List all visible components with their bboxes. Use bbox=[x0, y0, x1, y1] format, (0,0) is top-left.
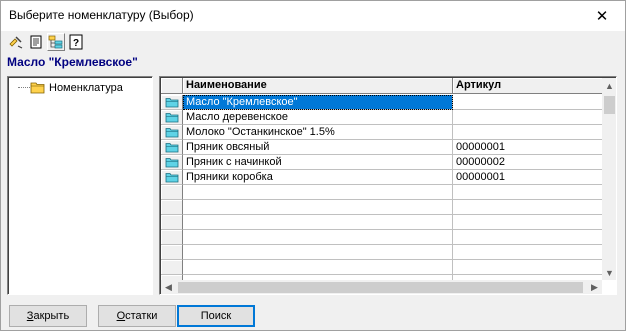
cell-article[interactable] bbox=[453, 230, 602, 245]
row-header bbox=[161, 215, 183, 230]
cell-name[interactable]: Пряники коробка bbox=[183, 170, 453, 185]
tree-item-label: Номенклатура bbox=[49, 81, 123, 94]
vertical-scrollbar[interactable]: ▲ ▼ bbox=[602, 78, 616, 280]
scroll-right-icon[interactable]: ▶ bbox=[587, 280, 602, 294]
scroll-thumb-horizontal[interactable] bbox=[178, 282, 583, 293]
cell-article[interactable]: 00000002 bbox=[453, 155, 602, 170]
cell-article[interactable] bbox=[453, 215, 602, 230]
grid-body: Наименование Артикул Масло "Кремлевское"… bbox=[161, 78, 602, 280]
cell-name[interactable] bbox=[183, 230, 453, 245]
horizontal-scrollbar[interactable]: ◀ ▶ bbox=[161, 280, 602, 294]
row-header bbox=[161, 185, 183, 200]
cell-article[interactable] bbox=[453, 245, 602, 260]
cell-name[interactable]: Молоко "Останкинское" 1.5% bbox=[183, 125, 453, 140]
cell-article[interactable] bbox=[453, 185, 602, 200]
selected-item-title: Масло "Кремлевское" bbox=[7, 55, 138, 69]
cell-article[interactable]: 00000001 bbox=[453, 170, 602, 185]
row-header bbox=[161, 200, 183, 215]
cell-article[interactable] bbox=[453, 110, 602, 125]
cell-name[interactable] bbox=[183, 260, 453, 275]
open-item-icon[interactable] bbox=[27, 33, 45, 51]
scroll-up-icon[interactable]: ▲ bbox=[602, 78, 616, 93]
row-header bbox=[161, 230, 183, 245]
cell-name[interactable] bbox=[183, 215, 453, 230]
cell-name[interactable]: Масло "Кремлевское" bbox=[183, 95, 453, 110]
folder-icon bbox=[161, 110, 183, 125]
folder-icon bbox=[161, 170, 183, 185]
cell-article[interactable] bbox=[453, 260, 602, 275]
tree-pane[interactable]: Номенклатура bbox=[7, 76, 153, 295]
help-icon[interactable]: ? bbox=[67, 33, 85, 51]
window-title: Выберите номенклатуру (Выбор) bbox=[9, 8, 194, 22]
cell-name[interactable] bbox=[183, 200, 453, 215]
row-header bbox=[161, 245, 183, 260]
cell-name[interactable]: Масло деревенское bbox=[183, 110, 453, 125]
title-bar[interactable]: Выберите номенклатуру (Выбор) ✕ bbox=[1, 1, 625, 31]
column-header-name[interactable]: Наименование bbox=[183, 78, 453, 94]
close-icon[interactable]: ✕ bbox=[579, 1, 625, 31]
items-grid[interactable]: Наименование Артикул Масло "Кремлевское"… bbox=[159, 76, 617, 295]
grid-corner bbox=[161, 78, 183, 94]
folder-icon bbox=[161, 140, 183, 155]
select-item-icon[interactable] bbox=[7, 33, 25, 51]
toolbar: ? bbox=[7, 33, 85, 51]
search-button[interactable]: Поиск bbox=[177, 305, 255, 327]
folder-icon bbox=[161, 155, 183, 170]
folder-icon bbox=[30, 82, 45, 94]
tree-item-root[interactable]: Номенклатура bbox=[30, 81, 123, 94]
cell-name[interactable] bbox=[183, 185, 453, 200]
cell-name[interactable] bbox=[183, 245, 453, 260]
scroll-down-icon[interactable]: ▼ bbox=[602, 265, 616, 280]
close-button[interactable]: Закрыть bbox=[9, 305, 87, 327]
cell-article[interactable]: 00000001 bbox=[453, 140, 602, 155]
stock-button[interactable]: Остатки bbox=[98, 305, 176, 327]
cell-name[interactable]: Пряник с начинкой bbox=[183, 155, 453, 170]
cell-article[interactable] bbox=[453, 125, 602, 140]
scroll-thumb[interactable] bbox=[604, 96, 615, 114]
dialog-window: Выберите номенклатуру (Выбор) ✕ ? Масло … bbox=[0, 0, 626, 331]
cell-article[interactable] bbox=[453, 200, 602, 215]
tree-view-icon[interactable] bbox=[47, 33, 65, 51]
row-header bbox=[161, 260, 183, 275]
column-header-article[interactable]: Артикул bbox=[453, 78, 602, 94]
folder-icon bbox=[161, 95, 183, 110]
scroll-left-icon[interactable]: ◀ bbox=[161, 280, 176, 294]
svg-text:?: ? bbox=[73, 38, 79, 49]
cell-name[interactable]: Пряник овсяный bbox=[183, 140, 453, 155]
cell-article[interactable] bbox=[453, 95, 602, 110]
folder-icon bbox=[161, 125, 183, 140]
